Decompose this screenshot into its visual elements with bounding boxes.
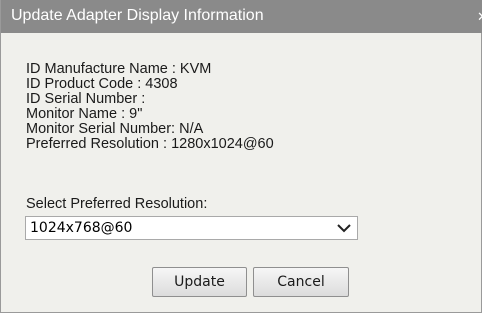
close-icon[interactable]: ✕	[477, 9, 482, 25]
preferred-resolution: Preferred Resolution : 1280x1024@60	[26, 136, 274, 152]
update-button[interactable]: Update	[152, 267, 247, 297]
id-manufacture-name: ID Manufacture Name : KVM	[26, 61, 212, 77]
display-info-block: ID Manufacture Name : KVM ID Product Cod…	[26, 62, 274, 152]
resolution-select-value: 1024x768@60	[30, 220, 133, 236]
cancel-button[interactable]: Cancel	[253, 267, 349, 297]
monitor-serial-number: Monitor Serial Number: N/A	[26, 121, 204, 137]
select-resolution-label: Select Preferred Resolution:	[26, 196, 208, 212]
update-adapter-dialog: Update Adapter Display Information ✕ ID …	[0, 0, 482, 313]
monitor-name: Monitor Name : 9"	[26, 106, 143, 122]
resolution-select[interactable]: 1024x768@60	[25, 216, 358, 240]
dialog-title: Update Adapter Display Information	[11, 7, 264, 24]
id-serial-number: ID Serial Number :	[26, 91, 146, 107]
chevron-down-icon	[337, 224, 351, 233]
dialog-title-bar[interactable]: Update Adapter Display Information ✕	[1, 0, 482, 33]
id-product-code: ID Product Code : 4308	[26, 76, 178, 92]
